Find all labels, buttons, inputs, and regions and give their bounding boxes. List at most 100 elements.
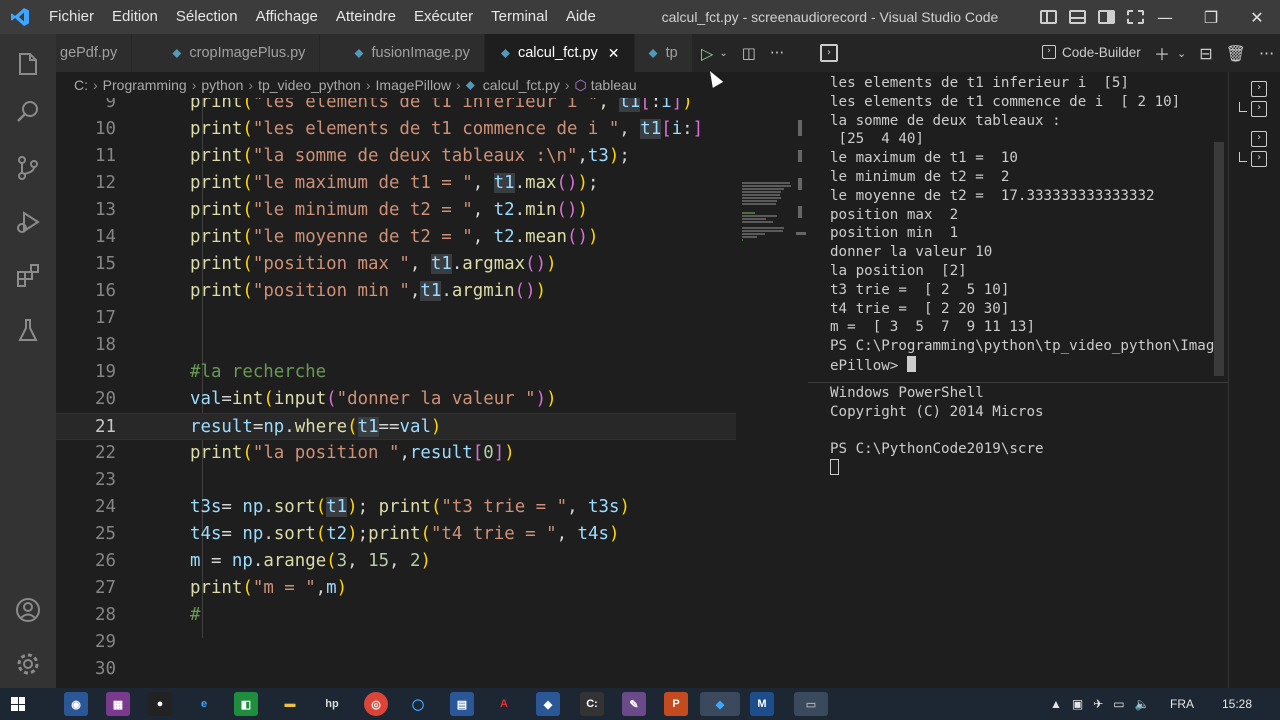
code-line[interactable]: 28 # bbox=[56, 602, 736, 629]
new-terminal-icon[interactable]: ＋ bbox=[1154, 41, 1170, 65]
code-line[interactable]: 15 print("position max ", t1.argmax()) bbox=[56, 251, 736, 278]
code-line[interactable]: 10 print("les elements de t1 commence de … bbox=[56, 116, 736, 143]
terminal-dropdown-chevron-icon[interactable]: ⌄ bbox=[1177, 47, 1186, 60]
code-line[interactable]: 22 print("la position ",result[0]) bbox=[56, 440, 736, 467]
breadcrumb-drive[interactable]: C: bbox=[74, 77, 88, 93]
taskbar-app-icon[interactable]: ▦ bbox=[106, 692, 130, 716]
close-tab-icon[interactable]: ✕ bbox=[608, 45, 620, 62]
minimize-icon[interactable]: — bbox=[1142, 0, 1188, 34]
toggle-secondary-sidebar-icon[interactable] bbox=[1098, 10, 1115, 24]
code-line[interactable]: 26 m = np.arange(3, 15, 2) bbox=[56, 548, 736, 575]
run-debug-icon[interactable] bbox=[0, 198, 56, 246]
tab-cropimageplus[interactable]: ⬥ cropImagePlus.py bbox=[132, 34, 321, 72]
terminal-list-item[interactable]: › bbox=[1239, 150, 1269, 170]
testing-flask-icon[interactable] bbox=[0, 306, 56, 354]
terminal-list-item[interactable]: › bbox=[1239, 100, 1269, 120]
search-icon[interactable] bbox=[0, 88, 56, 136]
tab-calcul-fct[interactable]: ⬥ calcul_fct.py ✕ bbox=[484, 34, 635, 72]
code-line[interactable]: 19 #la recherche bbox=[56, 359, 736, 386]
menu-edition[interactable]: Edition bbox=[103, 0, 167, 34]
tray-overflow-chevron-icon[interactable]: ▲ bbox=[1050, 697, 1062, 711]
tray-airplane-icon[interactable]: ✈ bbox=[1093, 697, 1103, 711]
code-line[interactable]: 20 val=int(input("donner la valeur ")) bbox=[56, 386, 736, 413]
tray-battery-icon[interactable]: ▭ bbox=[1113, 697, 1124, 711]
taskbar-app-icon[interactable]: ◧ bbox=[234, 692, 258, 716]
terminal-list-item[interactable]: › bbox=[1239, 80, 1269, 100]
taskbar-app-icon[interactable]: M bbox=[750, 692, 774, 716]
tab-fusionimage[interactable]: ⬥ fusionImage.py bbox=[320, 34, 485, 72]
code-line[interactable]: 30 bbox=[56, 656, 736, 683]
tray-app-icon[interactable]: ▣ bbox=[1072, 697, 1083, 711]
edge-browser-icon[interactable]: e bbox=[192, 692, 216, 716]
taskbar-app-icon[interactable]: ● bbox=[148, 692, 172, 716]
code-line[interactable]: 17 bbox=[56, 305, 736, 332]
menu-aide[interactable]: Aide bbox=[557, 0, 605, 34]
tray-volume-icon[interactable]: 🔈 bbox=[1135, 697, 1150, 711]
menu-executer[interactable]: Exécuter bbox=[405, 0, 482, 34]
more-actions-icon[interactable]: ··· bbox=[770, 44, 784, 62]
taskbar-app-icon[interactable]: ▭ bbox=[794, 692, 828, 716]
vscode-taskbar-icon[interactable]: ◆ bbox=[700, 692, 740, 716]
terminal-scrollbar[interactable] bbox=[1214, 142, 1224, 376]
split-editor-icon[interactable]: ◫ bbox=[742, 44, 756, 62]
terminal-name[interactable]: Code-Builder bbox=[1062, 34, 1141, 72]
extensions-icon[interactable] bbox=[0, 252, 56, 300]
toggle-panel-icon[interactable] bbox=[1069, 10, 1086, 24]
hp-icon[interactable]: hp bbox=[320, 692, 344, 716]
menu-fichier[interactable]: Fichier bbox=[40, 0, 103, 34]
split-terminal-icon[interactable]: ⊟ bbox=[1199, 44, 1212, 63]
minimap[interactable] bbox=[736, 98, 794, 688]
start-button[interactable] bbox=[0, 688, 36, 720]
more-actions-icon[interactable]: ··· bbox=[1259, 44, 1274, 63]
source-control-icon[interactable] bbox=[0, 144, 56, 192]
keyboard-language[interactable]: FRA bbox=[1170, 688, 1194, 720]
code-line[interactable]: 14 print("le moyenne de t2 = ", t2.mean()… bbox=[56, 224, 736, 251]
code-line[interactable]: 29 bbox=[56, 629, 736, 656]
editor-scrollbar[interactable] bbox=[794, 98, 808, 688]
close-window-icon[interactable]: ✕ bbox=[1234, 0, 1280, 34]
menu-selection[interactable]: Sélection bbox=[167, 0, 247, 34]
tab-gepdf[interactable]: gePdf.py bbox=[56, 34, 133, 72]
code-line[interactable]: 9 print("les elements de t1 inferieur i "… bbox=[56, 98, 736, 116]
explorer-icon[interactable] bbox=[0, 40, 56, 88]
kill-terminal-trash-icon[interactable]: 🗑 bbox=[1226, 44, 1246, 63]
taskbar-app-icon[interactable]: ◆ bbox=[536, 692, 560, 716]
code-line[interactable]: 27 print("m = ",m) bbox=[56, 575, 736, 602]
code-line[interactable]: 24 t3s= np.sort(t1); print("t3 trie = ", … bbox=[56, 494, 736, 521]
breadcrumb-tp-video-python[interactable]: tp_video_python bbox=[258, 77, 361, 93]
system-clock[interactable]: 15:28 bbox=[1222, 688, 1252, 720]
powerpoint-icon[interactable]: P bbox=[664, 692, 688, 716]
taskbar-app-icon[interactable]: ◯ bbox=[406, 692, 430, 716]
code-line[interactable]: 13 print("le minimum de t2 = ", t2.min()) bbox=[56, 197, 736, 224]
settings-gear-icon[interactable] bbox=[0, 640, 56, 688]
breadcrumb-python[interactable]: python bbox=[201, 77, 243, 93]
tab-tp[interactable]: ⬥ tp bbox=[634, 34, 693, 72]
code-line[interactable]: 18 bbox=[56, 332, 736, 359]
run-dropdown-chevron-icon[interactable]: ⌄ bbox=[719, 48, 727, 59]
terminal[interactable]: les elements de t1 inferieur i [5] les el… bbox=[808, 72, 1228, 688]
code-line[interactable]: 12 print("le maximum de t1 = ", t1.max())… bbox=[56, 170, 736, 197]
breadcrumb-file[interactable]: calcul_fct.py bbox=[483, 77, 560, 93]
taskbar-app-icon[interactable]: ◉ bbox=[64, 692, 88, 716]
menu-atteindre[interactable]: Atteindre bbox=[327, 0, 405, 34]
breadcrumb-imagepillow[interactable]: ImagePillow bbox=[376, 77, 451, 93]
taskbar-app-icon[interactable]: ✎ bbox=[622, 692, 646, 716]
code-line[interactable]: 25 t4s= np.sort(t2);print("t4 trie = ", t… bbox=[56, 521, 736, 548]
chrome-browser-icon[interactable]: ◎ bbox=[364, 692, 388, 716]
code-line[interactable]: 23 bbox=[56, 467, 736, 494]
pdf-reader-icon[interactable]: A bbox=[492, 692, 516, 716]
terminal-split-divider[interactable] bbox=[808, 382, 1228, 383]
terminal-app-icon[interactable]: C: bbox=[580, 692, 604, 716]
breadcrumb-symbol[interactable]: tableau bbox=[591, 77, 637, 93]
account-icon[interactable] bbox=[0, 586, 56, 634]
code-line[interactable]: 21 result=np.where(t1==val) bbox=[56, 413, 736, 440]
code-editor[interactable]: 9 print("les elements de t1 inferieur i "… bbox=[56, 98, 736, 688]
menu-terminal[interactable]: Terminal bbox=[482, 0, 557, 34]
terminal-view-icon[interactable]: › bbox=[820, 44, 838, 62]
breadcrumb-programming[interactable]: Programming bbox=[103, 77, 187, 93]
code-line[interactable]: 16 print("position min ",t1.argmin()) bbox=[56, 278, 736, 305]
terminal-list-item[interactable]: › bbox=[1239, 130, 1269, 150]
toggle-sidebar-icon[interactable] bbox=[1040, 10, 1057, 24]
file-explorer-icon[interactable]: ▬ bbox=[278, 692, 302, 716]
menu-affichage[interactable]: Affichage bbox=[247, 0, 327, 34]
